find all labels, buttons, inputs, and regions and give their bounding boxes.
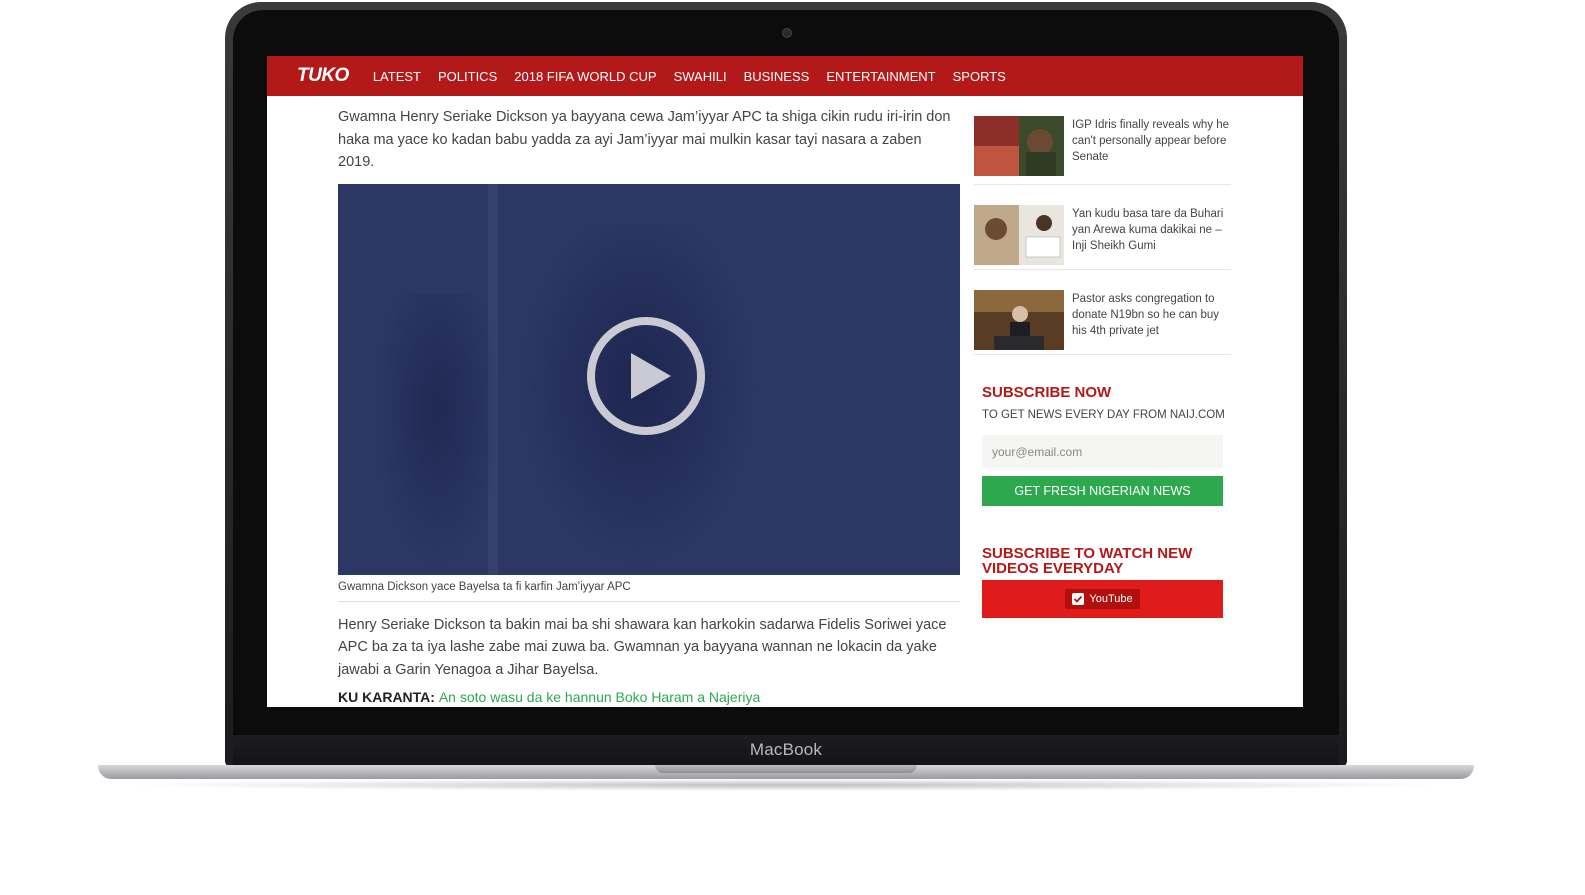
site-logo[interactable]: TUKO bbox=[297, 65, 349, 87]
nav-item-swahili[interactable]: SWAHILI bbox=[674, 69, 727, 84]
subscribe-button[interactable]: GET FRESH NIGERIAN NEWS bbox=[982, 476, 1223, 506]
email-input[interactable] bbox=[982, 435, 1223, 468]
video-caption: Gwamna Dickson yace Bayelsa ta fi karfin… bbox=[338, 581, 960, 602]
video-frame-detail bbox=[368, 293, 508, 575]
laptop-base-notch bbox=[655, 765, 917, 773]
read-more-label: KU KARANTA: bbox=[338, 689, 435, 705]
nav-item-world-cup[interactable]: 2018 FIFA WORLD CUP bbox=[514, 69, 656, 84]
subscribe-subtitle: TO GET NEWS EVERY DAY FROM NAIJ.COM bbox=[982, 409, 1225, 421]
nav-item-entertainment[interactable]: ENTERTAINMENT bbox=[826, 69, 935, 84]
news-item[interactable]: Yan kudu basa tare da Buhari yan Arewa k… bbox=[974, 185, 1231, 270]
news-title[interactable]: Yan kudu basa tare da Buhari yan Arewa k… bbox=[1072, 206, 1231, 254]
sidebar: IGP Idris finally reveals why he can't p… bbox=[974, 96, 1231, 618]
news-thumbnail[interactable] bbox=[974, 205, 1064, 265]
nav-item-sports[interactable]: SPORTS bbox=[953, 69, 1006, 84]
video-subscribe-title: SUBSCRIBE TO WATCH NEW VIDEOS EVERYDAY bbox=[982, 545, 1193, 577]
news-item[interactable]: Pastor asks congregation to donate N19bn… bbox=[974, 270, 1231, 355]
news-thumbnail[interactable] bbox=[974, 290, 1064, 350]
laptop-shadow bbox=[120, 779, 1452, 791]
subscribe-title: SUBSCRIBE NOW bbox=[982, 384, 1112, 401]
nav-item-business[interactable]: BUSINESS bbox=[744, 69, 810, 84]
screen: TUKO LATEST POLITICS 2018 FIFA WORLD CUP… bbox=[267, 56, 1303, 707]
news-thumbnail[interactable] bbox=[974, 116, 1064, 176]
camera-icon bbox=[782, 28, 792, 38]
device-brand: MacBook bbox=[749, 740, 823, 759]
play-icon[interactable] bbox=[585, 315, 707, 437]
checkmark-icon bbox=[1072, 593, 1085, 605]
article-body: Henry Seriake Dickson ta bakin mai ba sh… bbox=[338, 616, 947, 678]
news-title[interactable]: IGP Idris finally reveals why he can't p… bbox=[1072, 117, 1231, 165]
news-title[interactable]: Pastor asks congregation to donate N19bn… bbox=[1072, 291, 1231, 339]
article-intro: Gwamna Henry Seriake Dickson ya bayyana … bbox=[338, 109, 951, 170]
read-more-link[interactable]: An soto wasu da ke hannun Boko Haram a N… bbox=[439, 689, 760, 705]
youtube-banner: YouTube bbox=[982, 580, 1223, 618]
video-player[interactable] bbox=[338, 183, 960, 575]
top-nav: TUKO LATEST POLITICS 2018 FIFA WORLD CUP… bbox=[267, 56, 1303, 96]
read-more: KU KARANTA: An soto wasu da ke hannun Bo… bbox=[338, 689, 960, 705]
news-item[interactable]: IGP Idris finally reveals why he can't p… bbox=[974, 96, 1231, 185]
youtube-button[interactable]: YouTube bbox=[1065, 589, 1140, 609]
nav-item-latest[interactable]: LATEST bbox=[373, 69, 421, 84]
article: Gwamna Henry Seriake Dickson ya bayyana … bbox=[338, 96, 960, 705]
youtube-label: YouTube bbox=[1089, 593, 1133, 605]
nav-item-politics[interactable]: POLITICS bbox=[438, 69, 497, 84]
